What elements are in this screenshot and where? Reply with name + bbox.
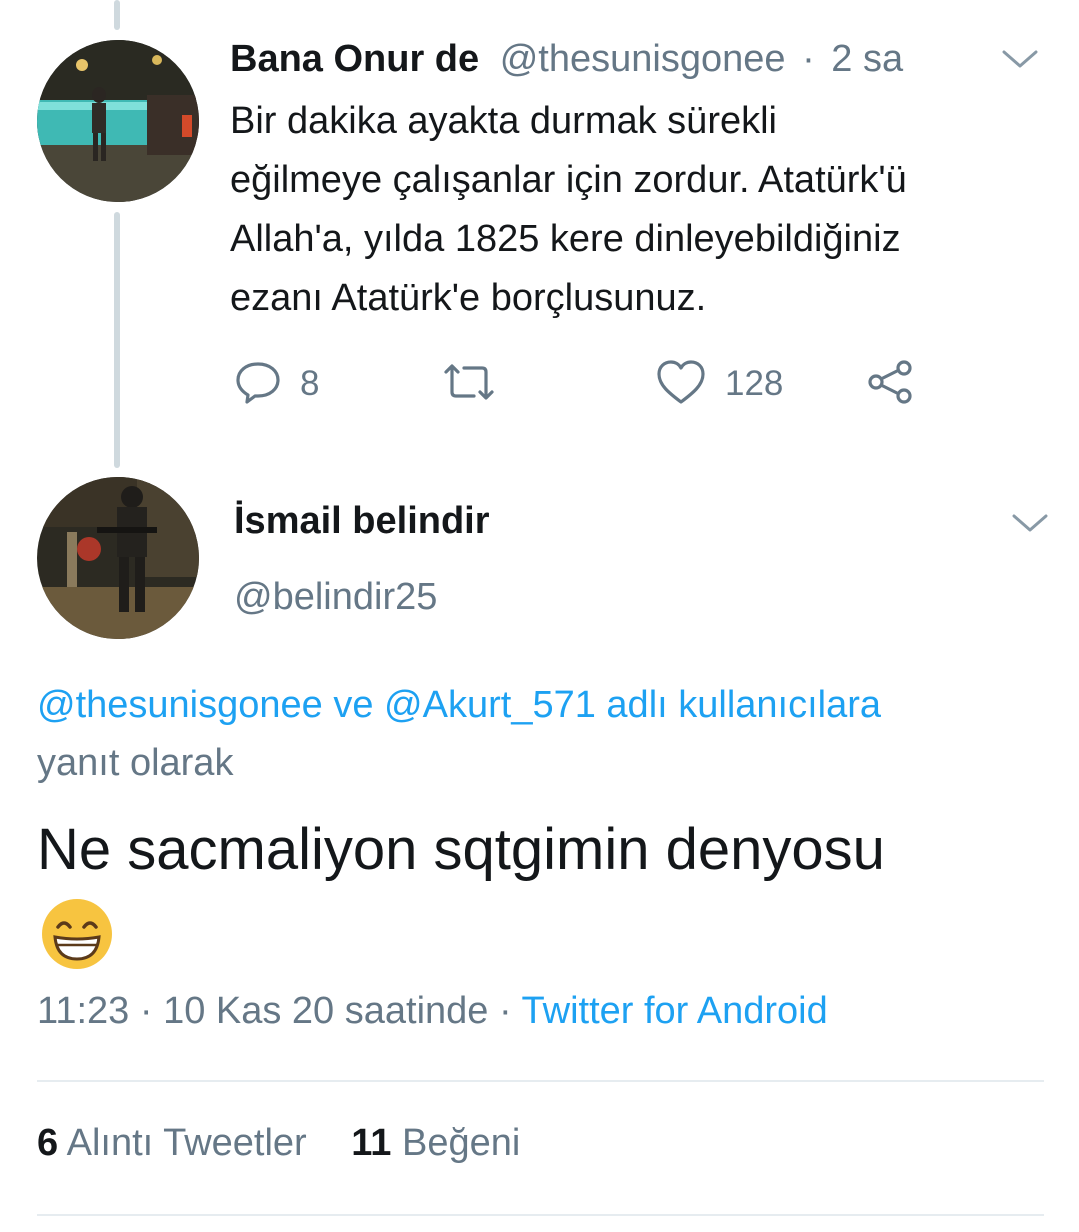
tweet-text-line: Bir dakika ayakta durmak sürekli bbox=[230, 100, 777, 142]
like-icon bbox=[655, 358, 707, 411]
author-name[interactable]: Bana Onur de bbox=[230, 38, 479, 80]
like-count: 128 bbox=[725, 364, 784, 403]
tweet-time: 11:23 bbox=[37, 990, 130, 1032]
tweet-date: 10 Kas 20 saatinde bbox=[163, 990, 489, 1032]
reply-context-line2: yanıt olarak bbox=[37, 742, 234, 784]
mention-link[interactable]: @thesunisgonee bbox=[37, 684, 323, 726]
source-link[interactable]: Twitter for Android bbox=[522, 990, 828, 1032]
thread-line bbox=[114, 212, 120, 468]
separator: · bbox=[802, 38, 815, 80]
likes-stat[interactable]: 11 Beğeni bbox=[351, 1122, 520, 1164]
retweet-icon bbox=[440, 358, 498, 411]
avatar-reply[interactable] bbox=[37, 477, 199, 639]
retweet-button[interactable] bbox=[440, 356, 516, 412]
tweet-stats: 6 Alıntı Tweetler 11 Beğeni bbox=[37, 1122, 520, 1165]
tweet-text-line: eğilmeye çalışanlar için zordur. Atatürk… bbox=[230, 159, 907, 201]
reply-count: 8 bbox=[300, 364, 320, 403]
grinning-emoji bbox=[40, 897, 114, 976]
avatar-parent[interactable] bbox=[37, 40, 199, 202]
reply-tweet-text: Ne sacmaliyon sqtgimin denyosu bbox=[37, 817, 885, 882]
chevron-down-icon[interactable] bbox=[1010, 508, 1050, 543]
divider bbox=[37, 1214, 1044, 1216]
reply-suffix: adlı kullanıcılara bbox=[606, 684, 882, 726]
reply-button[interactable]: 8 bbox=[234, 356, 319, 412]
parent-tweet-header: Bana Onur de @thesunisgonee · 2 sa bbox=[230, 38, 903, 81]
tweet-text-line: ezanı Atatürk'e borçlusunuz. bbox=[230, 277, 707, 319]
tweet-time[interactable]: 2 sa bbox=[831, 38, 903, 80]
share-button[interactable] bbox=[866, 356, 916, 412]
separator: · bbox=[139, 990, 153, 1032]
reply-author-handle[interactable]: @belindir25 bbox=[234, 576, 437, 619]
reply-context: @thesunisgonee ve @Akurt_571 adlı kullan… bbox=[37, 676, 881, 792]
separator: · bbox=[498, 990, 512, 1032]
divider bbox=[37, 1080, 1044, 1082]
author-handle[interactable]: @thesunisgonee bbox=[500, 38, 786, 80]
reply-joiner: ve bbox=[333, 684, 374, 726]
thread-line-top bbox=[114, 0, 120, 30]
likes-count: 11 bbox=[351, 1122, 392, 1164]
parent-tweet-text: Bir dakika ayakta durmak sürekli eğilmey… bbox=[230, 92, 1050, 328]
tweet-text-line: Allah'a, yılda 1825 kere dinleyebildiğin… bbox=[230, 218, 901, 260]
reply-icon bbox=[234, 358, 282, 411]
chevron-down-icon[interactable] bbox=[1000, 44, 1040, 79]
likes-label: Beğeni bbox=[402, 1122, 521, 1164]
quote-tweets-stat[interactable]: 6 Alıntı Tweetler bbox=[37, 1122, 317, 1164]
tweet-metadata: 11:23 · 10 Kas 20 saatinde · Twitter for… bbox=[37, 990, 828, 1033]
like-button[interactable]: 128 bbox=[655, 356, 783, 412]
share-icon bbox=[866, 358, 916, 411]
mention-link[interactable]: @Akurt_571 bbox=[384, 684, 596, 726]
quote-count: 6 bbox=[37, 1122, 59, 1164]
reply-author-name[interactable]: İsmail belindir bbox=[234, 500, 490, 543]
quote-label: Alıntı Tweetler bbox=[66, 1122, 307, 1164]
